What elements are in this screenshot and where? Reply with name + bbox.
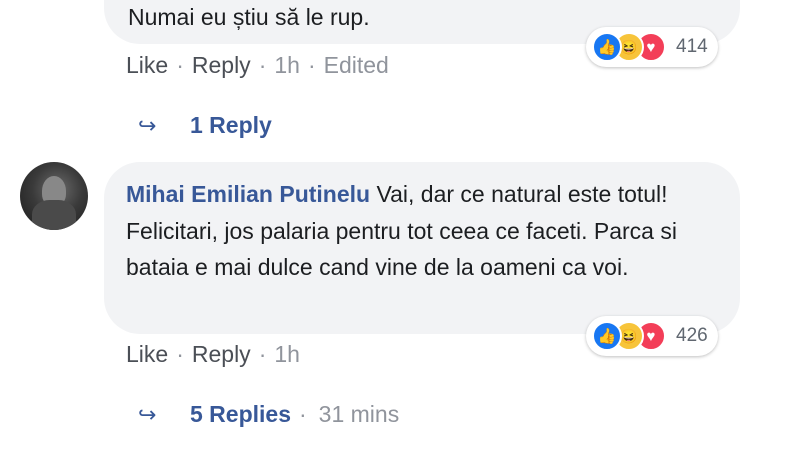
separator: · [176,52,184,78]
comment-author[interactable]: Mihai Emilian Putinelu [126,181,370,207]
view-replies-link[interactable]: ↪ 1 Reply [138,112,272,139]
like-button[interactable]: Like [126,341,168,368]
like-icon: 👍 [592,32,622,62]
reaction-count: 414 [676,36,708,57]
edited-label[interactable]: Edited [324,52,389,79]
avatar-body-shape [32,200,76,230]
reply-arrow-icon: ↪ [138,112,157,138]
reaction-count: 426 [676,325,708,346]
comment-text: Numai eu știu să le rup. [128,4,370,30]
separator: · [176,341,184,367]
like-icon: 👍 [592,321,622,351]
reply-button[interactable]: Reply [192,341,251,368]
replies-count[interactable]: 5 Replies [190,401,291,428]
comment-body: Mihai Emilian Putinelu Vai, dar ce natur… [126,176,701,286]
separator: · [258,52,267,78]
view-replies-link[interactable]: ↪ 5 Replies · 31 mins [138,401,399,428]
avatar[interactable] [20,162,88,230]
replies-timestamp: 31 mins [318,401,400,427]
comment-bubble: Mihai Emilian Putinelu Vai, dar ce natur… [104,162,740,334]
reply-arrow-icon: ↪ [138,401,157,427]
comment-actions: Like · Reply · 1h · Edited [126,52,389,79]
like-button[interactable]: Like [126,52,168,79]
reactions-summary[interactable]: 👍 😆 ♥ 414 [586,27,718,67]
timestamp[interactable]: 1h [274,52,300,79]
separator: · [299,401,307,427]
comment-actions: Like · Reply · 1h [126,341,300,368]
timestamp[interactable]: 1h [274,341,300,368]
separator: · [258,341,267,367]
separator: · [307,52,316,78]
reactions-summary[interactable]: 👍 😆 ♥ 426 [586,316,718,356]
reply-button[interactable]: Reply [192,52,251,79]
replies-count[interactable]: 1 Reply [190,112,272,139]
